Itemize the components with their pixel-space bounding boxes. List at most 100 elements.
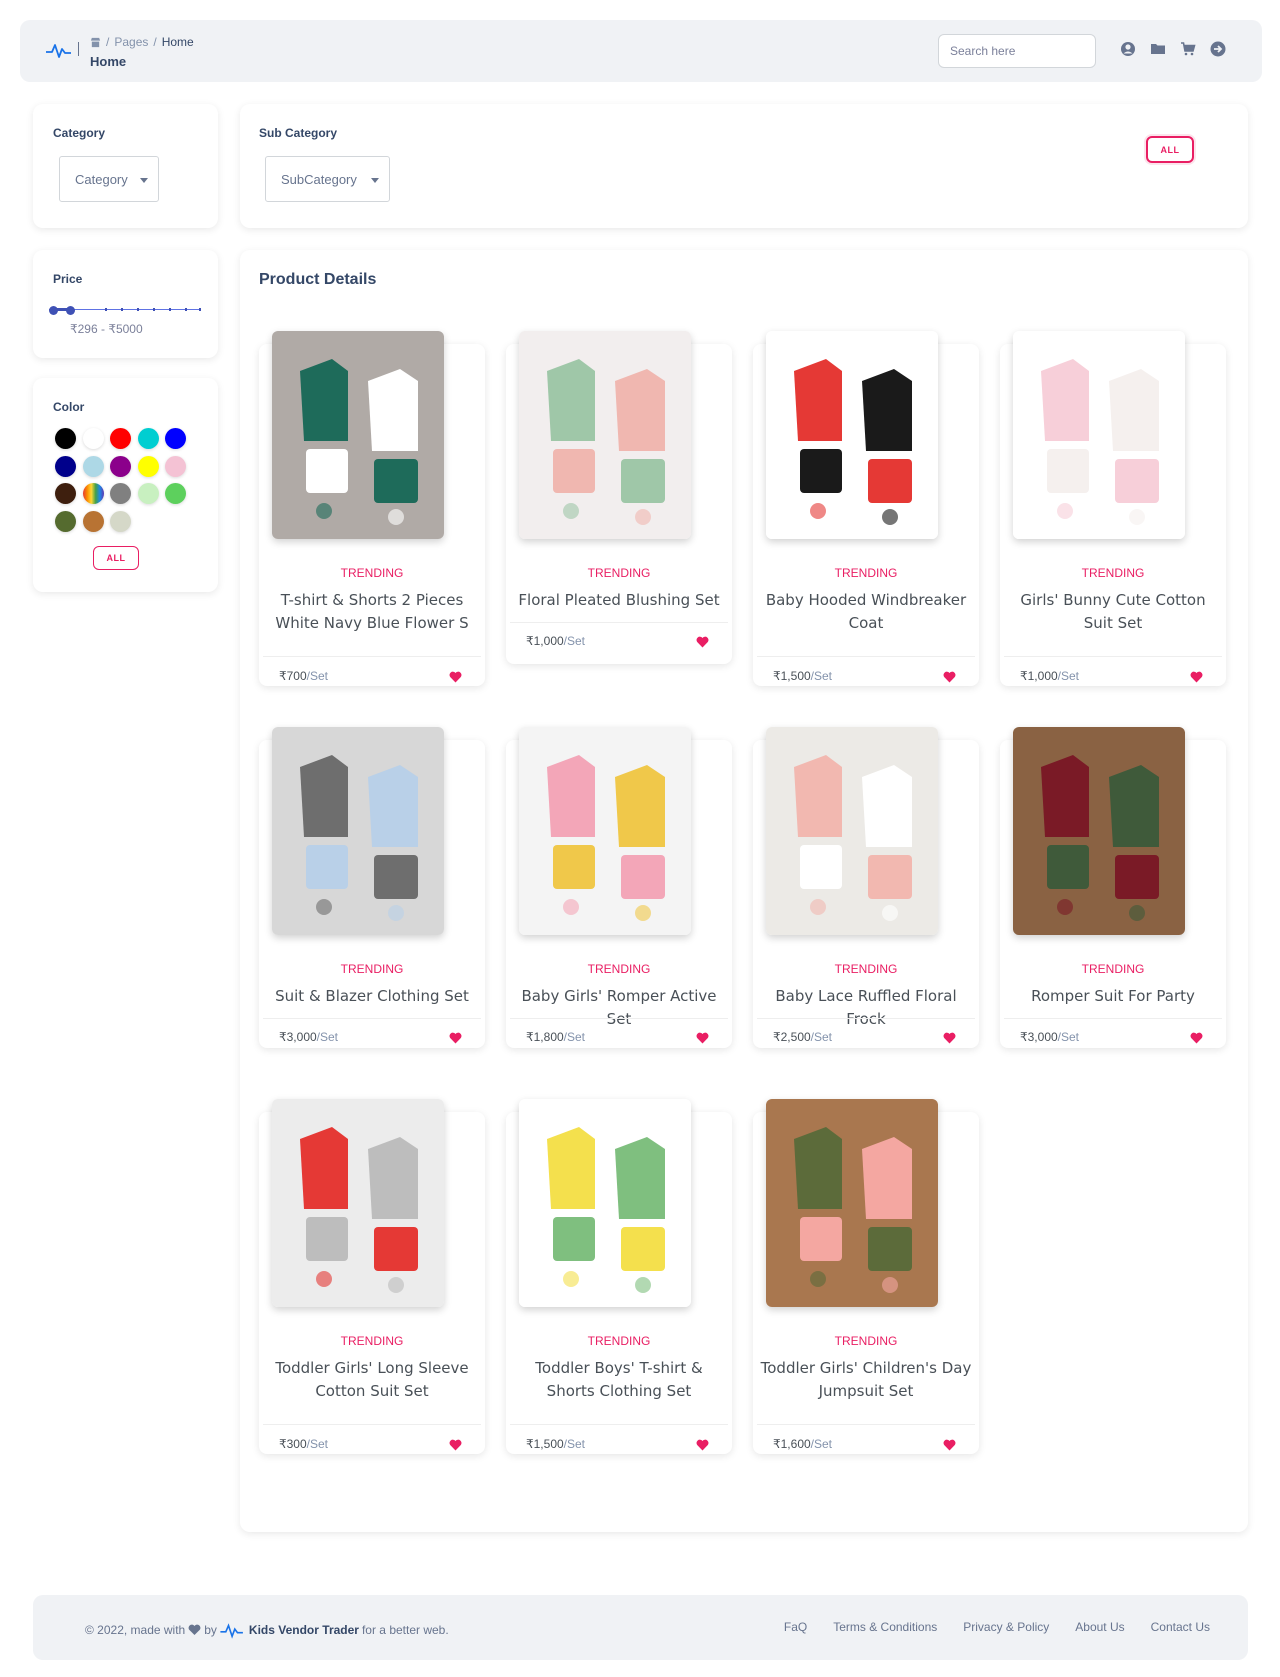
footer-links: FaQ Terms & Conditions Privacy & Policy … <box>784 1620 1210 1634</box>
color-swatch[interactable] <box>55 510 76 532</box>
color-swatch[interactable] <box>55 428 76 449</box>
product-card[interactable]: TRENDING Baby Lace Ruffled Floral Frock ₹2… <box>753 727 979 1048</box>
product-name[interactable]: Baby Girls' Romper Active Set <box>510 985 728 1031</box>
product-name[interactable]: Floral Pleated Blushing Set <box>510 589 728 612</box>
product-image[interactable] <box>519 727 691 935</box>
top-navbar: / Pages / Home Home <box>20 20 1262 82</box>
product-card[interactable]: TRENDING Baby Hooded Windbreaker Coat ₹1,5… <box>753 331 979 686</box>
product-image[interactable] <box>272 331 444 539</box>
shop-icon[interactable] <box>90 37 101 48</box>
trending-badge: TRENDING <box>1081 566 1145 580</box>
heart-icon[interactable] <box>449 1439 462 1451</box>
product-card[interactable]: TRENDING Romper Suit For Party ₹3,000/Set <box>1000 727 1226 1048</box>
product-card[interactable]: TRENDING Girls' Bunny Cute Cotton Suit Se… <box>1000 331 1226 686</box>
product-card[interactable]: TRENDING Toddler Girls' Children's Day Ju… <box>753 1099 979 1454</box>
color-swatch[interactable] <box>82 510 104 532</box>
category-select[interactable]: Category <box>59 156 159 202</box>
color-all-button[interactable]: ALL <box>93 546 139 570</box>
color-swatch[interactable] <box>137 428 159 449</box>
chevron-down-icon <box>140 178 148 183</box>
heart-icon[interactable] <box>943 1032 956 1044</box>
product-name[interactable]: Romper Suit For Party <box>1004 985 1222 1008</box>
product-name[interactable]: Girls' Bunny Cute Cotton Suit Set <box>1004 589 1222 635</box>
price-unit: /Set <box>563 1030 586 1044</box>
product-name[interactable]: Baby Lace Ruffled Floral Frock <box>757 985 975 1031</box>
color-swatch[interactable] <box>82 428 104 449</box>
color-swatch[interactable] <box>55 455 76 477</box>
footer-link-faq[interactable]: FaQ <box>784 1620 807 1634</box>
product-name[interactable]: T-shirt & Shorts 2 Pieces White Navy Blu… <box>263 589 481 635</box>
footer-link-about[interactable]: About Us <box>1075 1620 1124 1634</box>
color-swatch[interactable] <box>137 455 159 477</box>
product-price: ₹1,500/Set <box>526 1437 585 1451</box>
footer-link-terms[interactable]: Terms & Conditions <box>833 1620 937 1634</box>
product-image[interactable] <box>1013 727 1185 935</box>
price-range-slider[interactable] <box>49 306 201 315</box>
product-image[interactable] <box>272 1099 444 1307</box>
user-circle-icon[interactable] <box>1120 41 1136 57</box>
subcategory-select[interactable]: SubCategory <box>265 156 390 202</box>
heart-icon[interactable] <box>943 1439 956 1451</box>
product-card[interactable]: TRENDING T-shirt & Shorts 2 Pieces White … <box>259 331 485 686</box>
card-divider <box>757 656 975 657</box>
product-card[interactable]: TRENDING Suit & Blazer Clothing Set ₹3,000… <box>259 727 485 1048</box>
heart-icon[interactable] <box>696 1032 709 1044</box>
heart-icon[interactable] <box>696 636 709 648</box>
search-input[interactable] <box>938 34 1096 68</box>
price-max-handle[interactable] <box>66 306 75 315</box>
color-swatch[interactable] <box>110 510 131 532</box>
heart-icon[interactable] <box>696 1439 709 1451</box>
footer-link-privacy[interactable]: Privacy & Policy <box>963 1620 1049 1634</box>
card-divider <box>1004 1018 1222 1019</box>
product-card[interactable]: TRENDING Toddler Boys' T-shirt & Shorts C… <box>506 1099 732 1454</box>
color-swatch[interactable] <box>110 483 131 504</box>
heart-icon[interactable] <box>943 671 956 683</box>
product-name[interactable]: Toddler Girls' Children's Day Jumpsuit S… <box>757 1357 975 1403</box>
product-name[interactable]: Baby Hooded Windbreaker Coat <box>757 589 975 635</box>
product-image[interactable] <box>272 727 444 935</box>
color-swatch[interactable] <box>137 483 159 504</box>
heart-icon[interactable] <box>449 1032 462 1044</box>
product-name[interactable]: Toddler Girls' Long Sleeve Cotton Suit S… <box>263 1357 481 1403</box>
color-swatch[interactable] <box>82 483 104 504</box>
color-swatch[interactable] <box>110 455 131 477</box>
product-card[interactable]: TRENDING Floral Pleated Blushing Set ₹1,00… <box>506 331 732 664</box>
arrow-right-circle-icon[interactable] <box>1210 41 1226 57</box>
price-min-handle[interactable] <box>49 306 58 315</box>
price-unit: /Set <box>810 669 833 683</box>
product-name[interactable]: Suit & Blazer Clothing Set <box>263 985 481 1008</box>
product-card[interactable]: TRENDING Toddler Girls' Long Sleeve Cotto… <box>259 1099 485 1454</box>
product-name[interactable]: Toddler Boys' T-shirt & Shorts Clothing … <box>510 1357 728 1403</box>
product-image[interactable] <box>519 1099 691 1307</box>
product-price: ₹2,500/Set <box>773 1030 832 1044</box>
price-label: Price <box>53 272 83 286</box>
color-swatch[interactable] <box>165 428 186 449</box>
card-divider <box>757 1018 975 1019</box>
color-label: Color <box>53 400 85 414</box>
subcategory-all-button[interactable]: ALL <box>1146 136 1194 163</box>
cart-icon[interactable] <box>1180 41 1196 57</box>
product-image[interactable] <box>766 1099 938 1307</box>
subcategory-filter-card: Sub Category SubCategory ALL <box>240 104 1248 228</box>
product-image[interactable] <box>519 331 691 539</box>
product-image[interactable] <box>1013 331 1185 539</box>
color-swatch[interactable] <box>82 455 104 477</box>
price-value: ₹1,500 <box>526 1437 564 1451</box>
breadcrumb-pages[interactable]: Pages <box>114 35 148 49</box>
heart-icon[interactable] <box>1190 671 1203 683</box>
color-swatch[interactable] <box>165 455 186 477</box>
brand-link[interactable]: Kids Vendor Trader <box>249 1623 359 1637</box>
price-unit: /Set <box>563 634 586 648</box>
products-section-title: Product Details <box>259 271 377 288</box>
heart-icon[interactable] <box>449 671 462 683</box>
color-swatch[interactable] <box>55 483 76 504</box>
footer-link-contact[interactable]: Contact Us <box>1151 1620 1210 1634</box>
heart-icon[interactable] <box>1190 1032 1203 1044</box>
heartbeat-logo-icon[interactable] <box>46 40 74 60</box>
color-swatch[interactable] <box>110 428 131 449</box>
folder-icon[interactable] <box>1150 41 1166 57</box>
product-image[interactable] <box>766 727 938 935</box>
color-swatch[interactable] <box>165 483 186 504</box>
product-image[interactable] <box>766 331 938 539</box>
product-card[interactable]: TRENDING Baby Girls' Romper Active Set ₹1,… <box>506 727 732 1048</box>
